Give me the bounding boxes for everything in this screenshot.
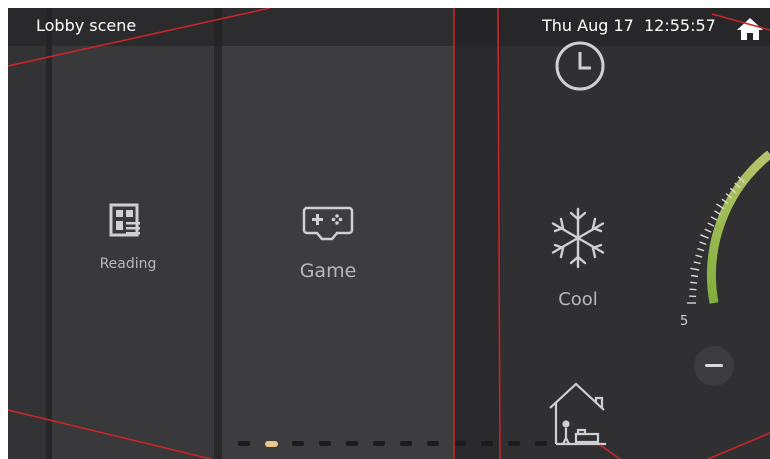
gauge-tick	[697, 247, 705, 252]
temperature-gauge[interactable]	[668, 128, 770, 328]
cool-label: Cool	[558, 289, 598, 310]
page-dot-active[interactable]	[265, 441, 278, 447]
gauge-tick	[699, 241, 707, 246]
gauge-tick	[689, 288, 697, 291]
snowflake-icon	[551, 207, 605, 269]
reading-label: Reading	[99, 256, 157, 272]
cool-mode-tile[interactable]: Cool	[538, 203, 618, 323]
page-dot[interactable]	[535, 441, 547, 446]
page-dot[interactable]	[427, 441, 439, 446]
scale-min-label: 5	[680, 314, 689, 329]
gauge-tick	[690, 274, 699, 278]
bedroom-scene-tile[interactable]	[546, 380, 616, 459]
clock-icon	[555, 41, 605, 91]
gauge-tick	[695, 254, 703, 258]
lobby-screen: Lobby scene Thu Aug 17 12:55:57 Reading	[8, 8, 770, 459]
gauge-tick	[707, 222, 715, 227]
page-dot[interactable]	[346, 441, 358, 446]
gamepad-icon	[302, 206, 354, 241]
decrease-temperature-button[interactable]	[694, 346, 734, 386]
game-label: Game	[299, 260, 357, 282]
schedule-tile[interactable]	[548, 30, 608, 100]
page-dot[interactable]	[292, 441, 304, 446]
gauge-tick	[693, 261, 701, 265]
gauge-tick	[690, 281, 698, 284]
gauge-tick	[700, 234, 709, 239]
house-bedroom-icon	[549, 382, 606, 446]
page-dot[interactable]	[238, 441, 250, 446]
left-panel-strip	[8, 8, 46, 459]
game-scene-tile[interactable]: Game	[268, 198, 388, 298]
scene-title: Lobby scene	[36, 16, 137, 35]
home-icon[interactable]	[736, 16, 764, 42]
page-dot[interactable]	[400, 441, 412, 446]
panel-divider	[214, 8, 222, 459]
reading-scene-tile[interactable]: Reading	[68, 198, 188, 298]
page-dot[interactable]	[373, 441, 385, 446]
page-dot[interactable]	[508, 441, 520, 446]
reading-icon	[109, 203, 140, 237]
gauge-tick	[704, 228, 712, 233]
minus-icon	[705, 364, 723, 367]
dark-panel	[454, 8, 501, 459]
gauge-tick	[714, 210, 721, 216]
top-bar: Lobby scene Thu Aug 17 12:55:57	[8, 8, 770, 46]
page-dot[interactable]	[319, 441, 331, 446]
gauge-tick	[690, 267, 700, 271]
page-dot[interactable]	[454, 441, 466, 446]
gauge-tick	[710, 216, 718, 221]
page-dot[interactable]	[481, 441, 493, 446]
